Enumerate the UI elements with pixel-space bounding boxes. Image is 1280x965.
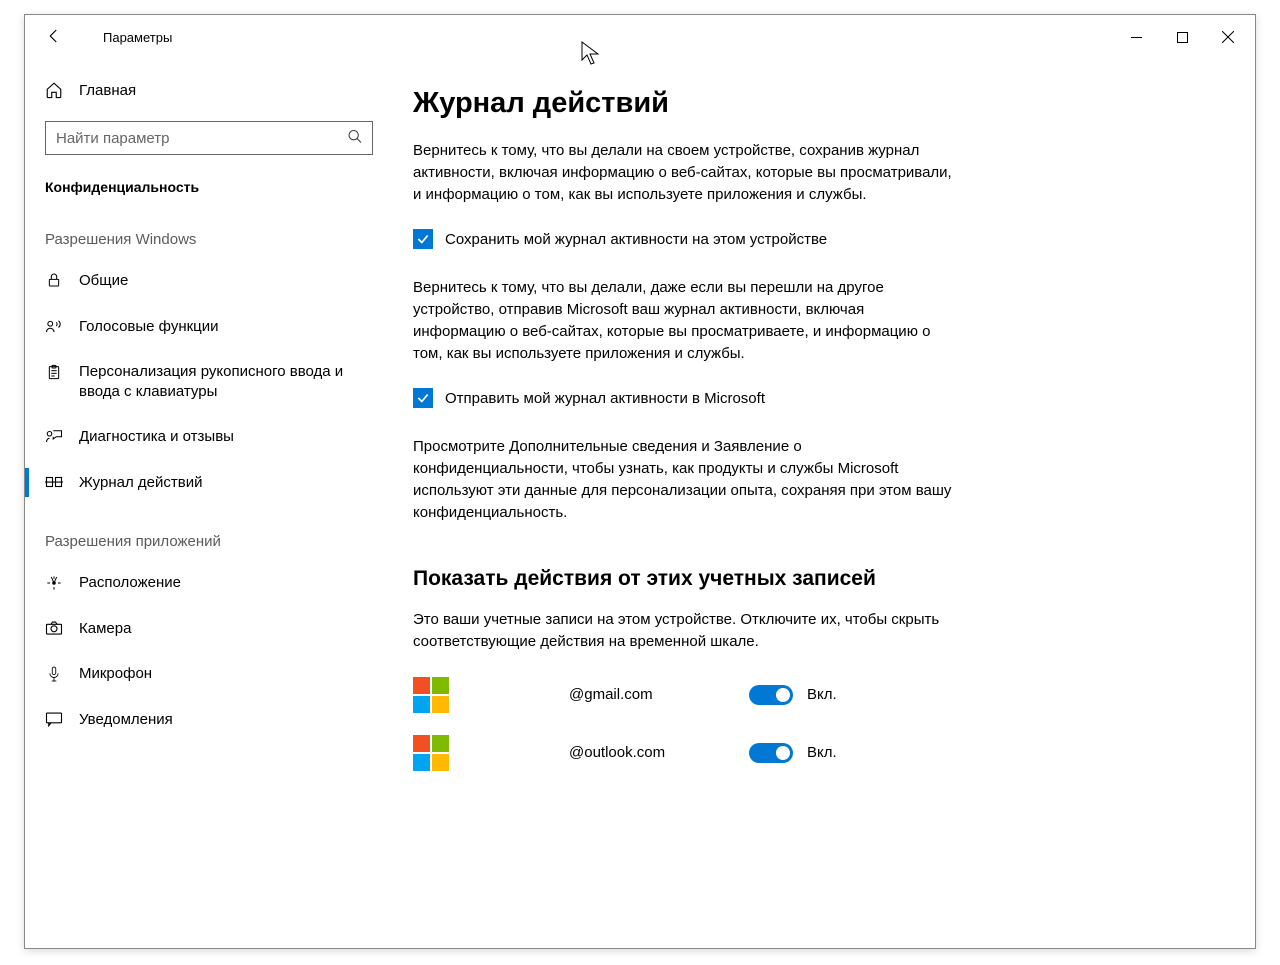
- minimize-button[interactable]: [1113, 21, 1159, 53]
- microsoft-logo-icon: [413, 677, 449, 713]
- sidebar-item-label: Диагностика и отзывы: [79, 427, 234, 447]
- home-label: Главная: [79, 82, 136, 99]
- titlebar: Параметры: [25, 15, 1255, 59]
- checkbox-store-locally[interactable]: [413, 229, 433, 249]
- sidebar-item-label: Журнал действий: [79, 473, 202, 493]
- lock-icon: [45, 272, 63, 288]
- sidebar-item-label: Общие: [79, 271, 128, 291]
- camera-icon: [45, 620, 63, 636]
- sidebar-item-inking[interactable]: Персонализация рукописного ввода и ввода…: [25, 349, 393, 414]
- intro-paragraph-2: Вернитесь к тому, что вы делали, даже ес…: [413, 277, 953, 364]
- sidebar-item-camera[interactable]: Камера: [25, 606, 393, 652]
- feedback-icon: [45, 428, 63, 444]
- search-icon: [347, 129, 363, 148]
- page-heading: Журнал действий: [413, 87, 1215, 120]
- sidebar-item-label: Расположение: [79, 573, 181, 593]
- sidebar-item-label: Камера: [79, 619, 131, 639]
- sidebar: Главная Конфиденциальность Разрешения Wi…: [25, 59, 393, 948]
- home-icon: [45, 81, 63, 99]
- account-toggle[interactable]: [749, 743, 793, 763]
- microsoft-logo-icon: [413, 735, 449, 771]
- sidebar-item-location[interactable]: Расположение: [25, 560, 393, 606]
- sidebar-item-microphone[interactable]: Микрофон: [25, 651, 393, 697]
- sidebar-item-notifications[interactable]: Уведомления: [25, 697, 393, 743]
- intro-paragraph-1: Вернитесь к тому, что вы делали на своем…: [413, 140, 953, 205]
- speech-icon: [45, 318, 63, 334]
- clipboard-icon: [45, 363, 63, 381]
- privacy-paragraph: Просмотрите Дополнительные сведения и За…: [413, 436, 953, 523]
- group-windows-permissions: Разрешения Windows: [25, 203, 393, 258]
- checkbox-store-locally-label: Сохранить мой журнал активности на этом …: [445, 231, 827, 248]
- group-app-permissions: Разрешения приложений: [25, 505, 393, 560]
- search-input[interactable]: [45, 121, 373, 155]
- microphone-icon: [45, 665, 63, 683]
- account-row: @outlook.com Вкл.: [413, 735, 1215, 771]
- account-toggle-state: Вкл.: [807, 744, 837, 761]
- sidebar-item-diagnostics[interactable]: Диагностика и отзывы: [25, 414, 393, 460]
- activity-icon: [45, 474, 63, 490]
- accounts-description: Это ваши учетные записи на этом устройст…: [413, 609, 953, 653]
- settings-window: Параметры Главная: [24, 14, 1256, 949]
- main-content: Журнал действий Вернитесь к тому, что вы…: [393, 59, 1255, 948]
- sidebar-item-label: Микрофон: [79, 664, 152, 684]
- notifications-icon: [45, 711, 63, 727]
- account-toggle-state: Вкл.: [807, 686, 837, 703]
- accounts-heading: Показать действия от этих учетных записе…: [413, 567, 1215, 591]
- sidebar-item-label: Персонализация рукописного ввода и ввода…: [79, 362, 373, 401]
- location-icon: [45, 574, 63, 592]
- sidebar-item-label: Уведомления: [79, 710, 173, 730]
- account-toggle[interactable]: [749, 685, 793, 705]
- maximize-button[interactable]: [1159, 21, 1205, 53]
- checkbox-send-microsoft[interactable]: [413, 388, 433, 408]
- account-email: @outlook.com: [569, 744, 749, 761]
- sidebar-item-general[interactable]: Общие: [25, 258, 393, 304]
- back-button[interactable]: [37, 19, 71, 56]
- account-row: @gmail.com Вкл.: [413, 677, 1215, 713]
- window-title: Параметры: [103, 30, 172, 45]
- home-link[interactable]: Главная: [25, 69, 393, 111]
- checkbox-send-microsoft-label: Отправить мой журнал активности в Micros…: [445, 390, 765, 407]
- sidebar-item-label: Голосовые функции: [79, 317, 219, 337]
- account-email: @gmail.com: [569, 686, 749, 703]
- sidebar-item-speech[interactable]: Голосовые функции: [25, 304, 393, 350]
- close-button[interactable]: [1205, 21, 1251, 53]
- sidebar-item-activity-history[interactable]: Журнал действий: [25, 460, 393, 506]
- category-title: Конфиденциальность: [25, 155, 393, 203]
